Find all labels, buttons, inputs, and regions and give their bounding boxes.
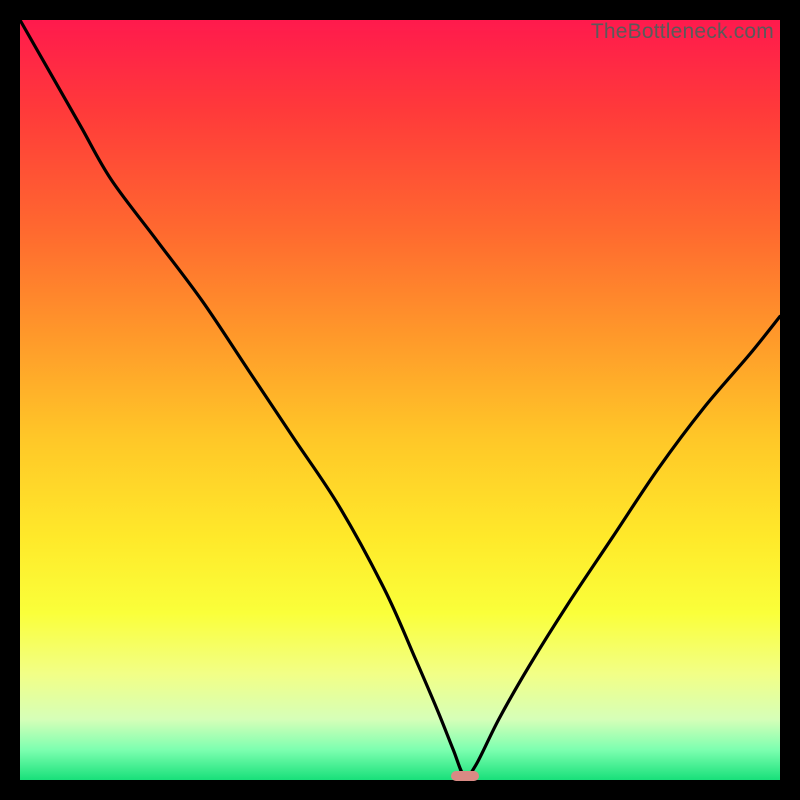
bottleneck-curve — [20, 20, 780, 780]
plot-area: TheBottleneck.com — [20, 20, 780, 780]
chart-container: TheBottleneck.com — [0, 0, 800, 800]
minimum-marker — [451, 771, 479, 781]
curve-path — [20, 20, 780, 777]
